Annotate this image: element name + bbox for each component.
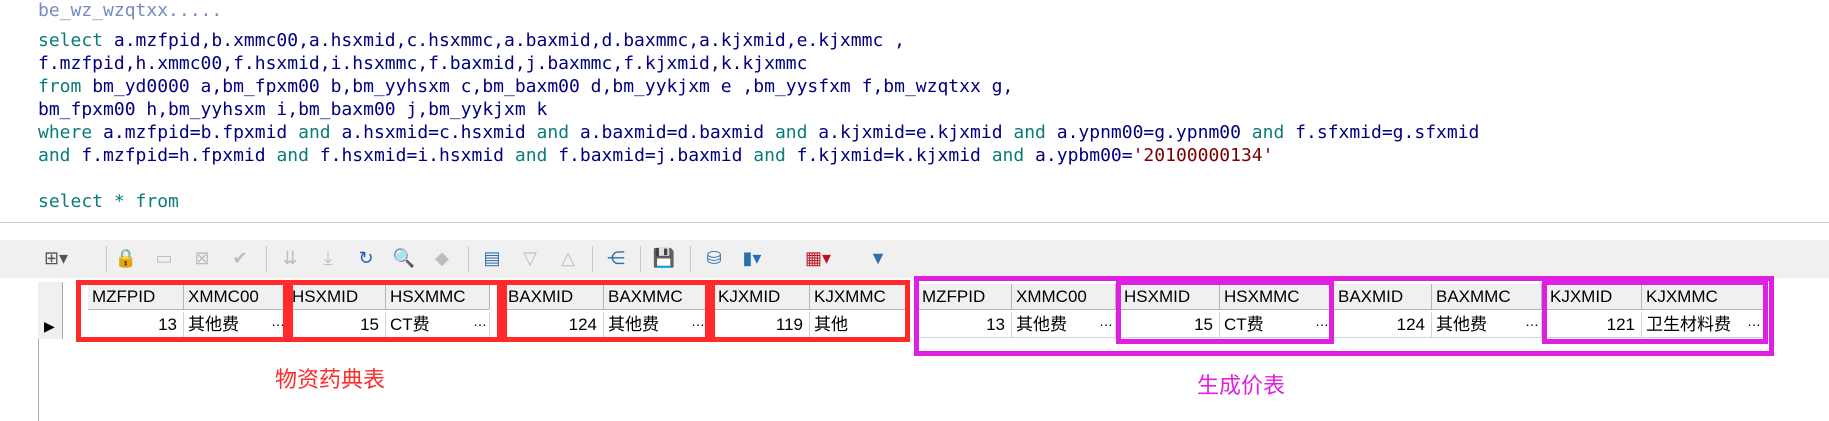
- filter-icon[interactable]: ▼: [864, 244, 892, 272]
- red-highlight-box: [76, 280, 288, 342]
- clear-icon[interactable]: ◆: [428, 244, 456, 272]
- sort-asc-icon[interactable]: △: [554, 244, 582, 272]
- annotation-label-left: 物资药典表: [275, 367, 386, 392]
- red-highlight-box: [710, 280, 910, 342]
- database-icon[interactable]: ⛁: [700, 244, 728, 272]
- table-icon[interactable]: ▦▾: [804, 244, 832, 272]
- code-text: a.mzfpid,b.xmmc00,a.hsxmid,c.hsxmmc,a.ba…: [113, 30, 905, 51]
- sort-desc-icon[interactable]: ▽: [516, 244, 544, 272]
- red-highlight-box: [288, 280, 502, 342]
- lock-icon[interactable]: 🔒: [112, 244, 140, 272]
- separator: [106, 246, 107, 272]
- delete-row-icon[interactable]: ⊠: [188, 244, 216, 272]
- code-line-1: select a.mzfpid,b.xmmc00,a.hsxmid,c.hsxm…: [38, 30, 905, 51]
- move-last-icon[interactable]: ⤓: [314, 244, 342, 272]
- chart-icon[interactable]: ▮▾: [738, 244, 766, 272]
- code-line-5: where a.mzfpid=b.fpxmid and a.hsxmid=c.h…: [38, 122, 1480, 143]
- new-row-icon[interactable]: ▭: [150, 244, 178, 272]
- find-icon[interactable]: 🔍: [390, 244, 418, 272]
- red-highlight-box: [502, 280, 710, 342]
- refresh-icon[interactable]: ↻: [352, 244, 380, 272]
- row-indicator-icon: ▶: [44, 318, 55, 334]
- code-line-clipped: be_wz_wzqtxx.....: [38, 0, 223, 21]
- separator: [690, 246, 691, 272]
- separator: [468, 246, 469, 272]
- separator: [266, 246, 267, 272]
- code-line-4: bm_fpxm00 h,bm_yyhsxm i,bm_baxm00 j,bm_y…: [38, 99, 548, 120]
- magenta-highlight-box: [1542, 280, 1768, 344]
- row-header: ▶: [38, 282, 63, 339]
- code-line-3: from bm_yd0000 a,bm_fpxm00 b,bm_yyhsxm c…: [38, 76, 1014, 97]
- sql-editor[interactable]: be_wz_wzqtxx..... select a.mzfpid,b.xmmc…: [0, 0, 1829, 223]
- tree-icon[interactable]: ⋲: [602, 244, 630, 272]
- separator: [592, 246, 593, 272]
- move-down-icon[interactable]: ⇊: [276, 244, 304, 272]
- grid-options-icon[interactable]: ⊞▾: [42, 244, 70, 272]
- separator: [640, 246, 641, 272]
- grid-toolbar: ⊞▾ 🔒 ▭ ⊠ ✔ ⇊ ⤓ ↻ 🔍 ◆ ▤ ▽ △ ⋲ 💾 ⛁ ▮▾ ▦▾ ▼: [0, 240, 1829, 278]
- code-line-7: select * from: [38, 191, 179, 212]
- code-line-2: f.mzfpid,h.xmmc00,f.hsxmid,i.hsxmmc,f.ba…: [38, 53, 808, 74]
- code-line-6: and f.mzfpid=h.fpxmid and f.hsxmid=i.hsx…: [38, 145, 1274, 166]
- save-icon[interactable]: 💾: [650, 244, 678, 272]
- magenta-highlight-box: [1116, 280, 1334, 344]
- confirm-icon[interactable]: ✔: [226, 244, 254, 272]
- annotation-label-right: 生成价表: [1197, 373, 1286, 398]
- import-icon[interactable]: ▤: [478, 244, 506, 272]
